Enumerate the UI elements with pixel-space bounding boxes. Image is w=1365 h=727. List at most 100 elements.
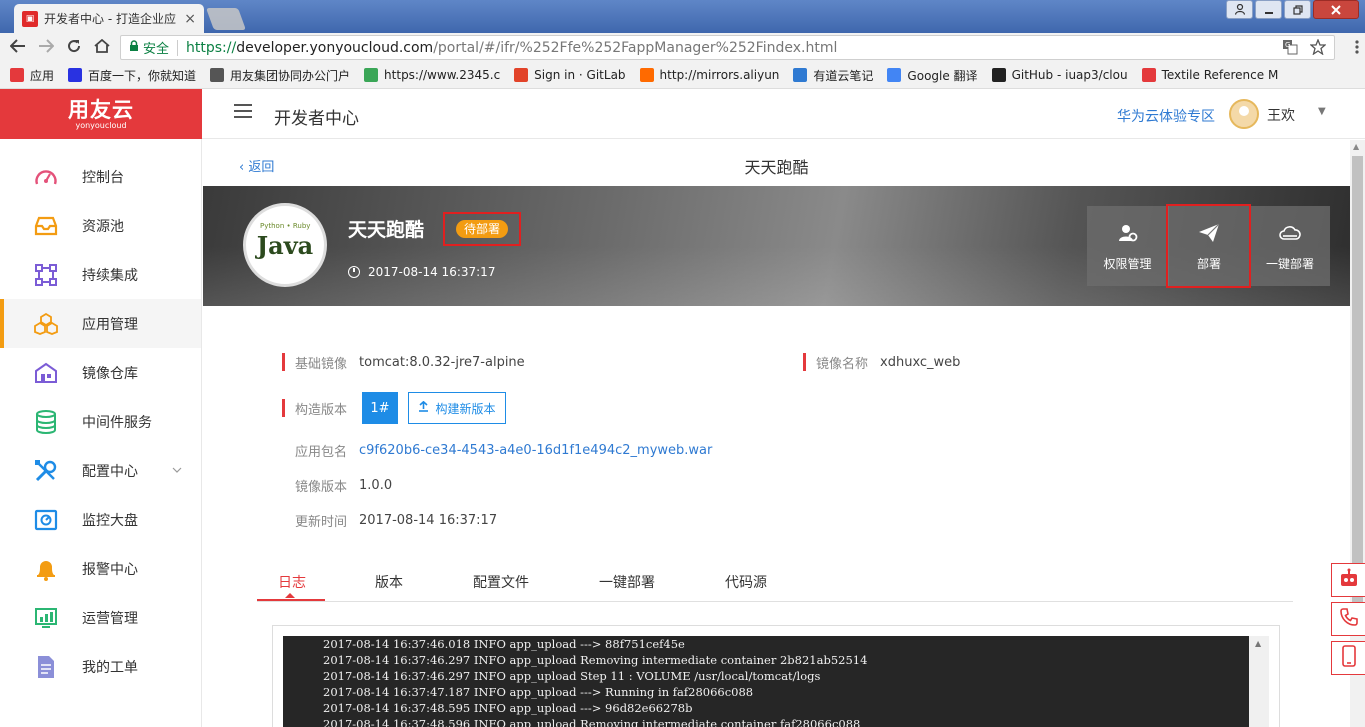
subheader: ‹ 返回 天天跑酷 bbox=[203, 140, 1350, 186]
restore-icon[interactable] bbox=[1284, 0, 1311, 19]
log-console[interactable]: 2017-08-14 16:37:46.018 INFO app_upload … bbox=[283, 636, 1249, 727]
minimize-icon[interactable] bbox=[1255, 0, 1282, 19]
hamburger-menu-icon[interactable] bbox=[234, 104, 252, 122]
sidebar-item[interactable]: 监控大盘 bbox=[0, 495, 201, 544]
new-tab-button[interactable] bbox=[205, 8, 247, 30]
clock-icon bbox=[348, 266, 360, 278]
bookmark-item[interactable]: Google 翻译 bbox=[887, 67, 978, 84]
tab-code-source[interactable]: 代码源 bbox=[725, 572, 767, 592]
lock-icon[interactable] bbox=[129, 40, 139, 55]
sidebar-item[interactable]: 镜像仓库 bbox=[0, 348, 201, 397]
logo-wordcloud: Python • Ruby bbox=[260, 222, 311, 230]
log-panel: 2017-08-14 16:37:46.018 INFO app_upload … bbox=[272, 625, 1280, 727]
secure-label: 安全 bbox=[143, 42, 170, 57]
main-content: ‹ 返回 天天跑酷 Python • Ruby Java 天天跑酷 待部署 20… bbox=[203, 140, 1350, 727]
bookmark-item[interactable]: Sign in · GitLab bbox=[514, 68, 626, 82]
scrollbar-thumb[interactable] bbox=[1352, 156, 1363, 626]
image-version-row: 镜像版本 1.0.0 bbox=[295, 475, 392, 495]
tab-close-icon[interactable]: × bbox=[184, 11, 196, 27]
permission-manage-button[interactable]: 权限管理 bbox=[1087, 206, 1168, 286]
one-click-deploy-button[interactable]: 一键部署 bbox=[1249, 206, 1330, 286]
bookmark-item[interactable]: 有道云笔记 bbox=[793, 67, 873, 84]
bookmark-item[interactable]: 应用 bbox=[10, 67, 54, 84]
sidebar-item[interactable]: 配置中心 bbox=[0, 446, 201, 495]
scroll-up-arrow-icon[interactable]: ▲ bbox=[1255, 639, 1261, 648]
database-icon bbox=[34, 409, 58, 434]
build-new-version-button[interactable]: 构建新版本 bbox=[408, 392, 506, 424]
image-name-value: xdhuxc_web bbox=[880, 354, 961, 370]
user-profile-icon[interactable] bbox=[1226, 0, 1253, 19]
mobile-app-button[interactable] bbox=[1331, 641, 1365, 675]
page-scrollbar[interactable]: ▲ bbox=[1350, 140, 1365, 727]
sidebar-item[interactable]: 我的工单 bbox=[0, 642, 201, 691]
scroll-up-arrow-icon[interactable]: ▲ bbox=[1353, 142, 1359, 151]
sidebar-item[interactable]: 控制台 bbox=[0, 152, 201, 201]
translate-icon[interactable]: G bbox=[1282, 39, 1298, 59]
base-image-value: tomcat:8.0.32-jre7-alpine bbox=[359, 354, 525, 370]
google-translate-icon bbox=[887, 68, 902, 82]
tab-one-click-deploy[interactable]: 一键部署 bbox=[599, 572, 655, 592]
browser-menu-icon[interactable] bbox=[1355, 40, 1359, 58]
reload-icon[interactable] bbox=[60, 38, 88, 58]
close-window-icon[interactable] bbox=[1313, 0, 1359, 19]
sidebar-item[interactable]: 持续集成 bbox=[0, 250, 201, 299]
bell-icon bbox=[34, 557, 58, 581]
yonyoucloud-logo[interactable]: 用友云 yonyoucloud bbox=[0, 89, 202, 139]
sidebar: 控制台资源池持续集成应用管理镜像仓库中间件服务配置中心监控大盘 报警中心 运营管理我… bbox=[0, 139, 202, 727]
build-version-row: 构造版本 bbox=[282, 398, 359, 418]
forward-arrow-icon[interactable] bbox=[32, 38, 60, 58]
sidebar-item[interactable]: 运营管理 bbox=[0, 593, 201, 642]
bookmark-item[interactable]: 用友集团协同办公门户 bbox=[210, 67, 350, 84]
ticket-doc-icon bbox=[34, 655, 58, 679]
updated-time-row: 更新时间 2017-08-14 16:37:17 bbox=[295, 510, 497, 530]
tab-log[interactable]: 日志 bbox=[278, 572, 306, 592]
bookmark-star-icon[interactable] bbox=[1309, 38, 1327, 59]
huawei-cloud-link[interactable]: 华为云体验专区 bbox=[1117, 106, 1215, 126]
sidebar-item[interactable]: 报警中心 bbox=[0, 544, 201, 593]
username[interactable]: 王欢 bbox=[1267, 105, 1295, 125]
image-version-label: 镜像版本 bbox=[295, 479, 348, 495]
log-line: 2017-08-14 16:37:46.297 INFO app_upload … bbox=[323, 653, 868, 667]
back-arrow-icon[interactable] bbox=[4, 38, 32, 58]
chevron-down-icon[interactable] bbox=[172, 465, 182, 476]
label-marker bbox=[282, 353, 285, 371]
bookmark-item[interactable]: 百度一下，你就知道 bbox=[68, 67, 196, 84]
build-new-version-label: 构建新版本 bbox=[435, 401, 496, 416]
app-name: 天天跑酷 bbox=[348, 219, 425, 241]
bookmark-label: 用友集团协同办公门户 bbox=[230, 68, 351, 83]
sidebar-item[interactable]: 应用管理 bbox=[0, 299, 201, 348]
sidebar-item-label: 资源池 bbox=[82, 218, 124, 235]
sidebar-item-label: 配置中心 bbox=[82, 463, 138, 480]
sidebar-item[interactable]: 资源池 bbox=[0, 201, 201, 250]
permission-manage-label: 权限管理 bbox=[1103, 256, 1152, 271]
package-link[interactable]: c9f620b6-ce34-4543-a4e0-16d1f1e494c2_myw… bbox=[359, 443, 712, 458]
app-header: 用友云 yonyoucloud 开发者中心 华为云体验专区 王欢 ▼ bbox=[0, 89, 1365, 139]
bookmark-item[interactable]: http://mirrors.aliyun bbox=[639, 68, 779, 82]
sidebar-item-label: 中间件服务 bbox=[82, 414, 152, 431]
avatar[interactable] bbox=[1229, 99, 1259, 129]
build-version-chip[interactable]: 1# bbox=[362, 392, 398, 424]
image-version-value: 1.0.0 bbox=[359, 477, 393, 493]
bookmark-item[interactable]: https://www.2345.c bbox=[364, 68, 500, 82]
image-name-label: 镜像名称 bbox=[816, 356, 869, 372]
home-icon[interactable] bbox=[88, 38, 116, 58]
tab-config-files[interactable]: 配置文件 bbox=[473, 572, 529, 592]
bookmark-label: Sign in · GitLab bbox=[534, 68, 626, 82]
url-field[interactable]: 安全 https://developer.yonyoucloud.com/por… bbox=[120, 35, 1335, 60]
phone-support-button[interactable] bbox=[1331, 602, 1365, 636]
bookmark-item[interactable]: Textile Reference M bbox=[1141, 68, 1278, 82]
bookmark-item[interactable]: GitHub - iuap3/clou bbox=[991, 68, 1128, 82]
sidebar-item[interactable]: 中间件服务 bbox=[0, 397, 201, 446]
bookmark-label: 应用 bbox=[30, 68, 55, 83]
browser-tab[interactable]: ▣ 开发者中心 - 打造企业应 × bbox=[14, 4, 204, 33]
base-image-label: 基础镜像 bbox=[295, 356, 348, 372]
caret-down-icon[interactable]: ▼ bbox=[1318, 106, 1326, 117]
warehouse-icon bbox=[34, 361, 58, 385]
image-name-row: 镜像名称 xdhuxc_web bbox=[803, 352, 960, 372]
log-scrollbar[interactable]: ▲ bbox=[1249, 636, 1269, 727]
address-bar: 安全 https://developer.yonyoucloud.com/por… bbox=[0, 33, 1365, 62]
sidebar-item-label: 应用管理 bbox=[82, 316, 138, 333]
robot-assistant-button[interactable] bbox=[1331, 563, 1365, 597]
package-label: 应用包名 bbox=[295, 444, 348, 460]
tab-versions[interactable]: 版本 bbox=[375, 572, 403, 592]
